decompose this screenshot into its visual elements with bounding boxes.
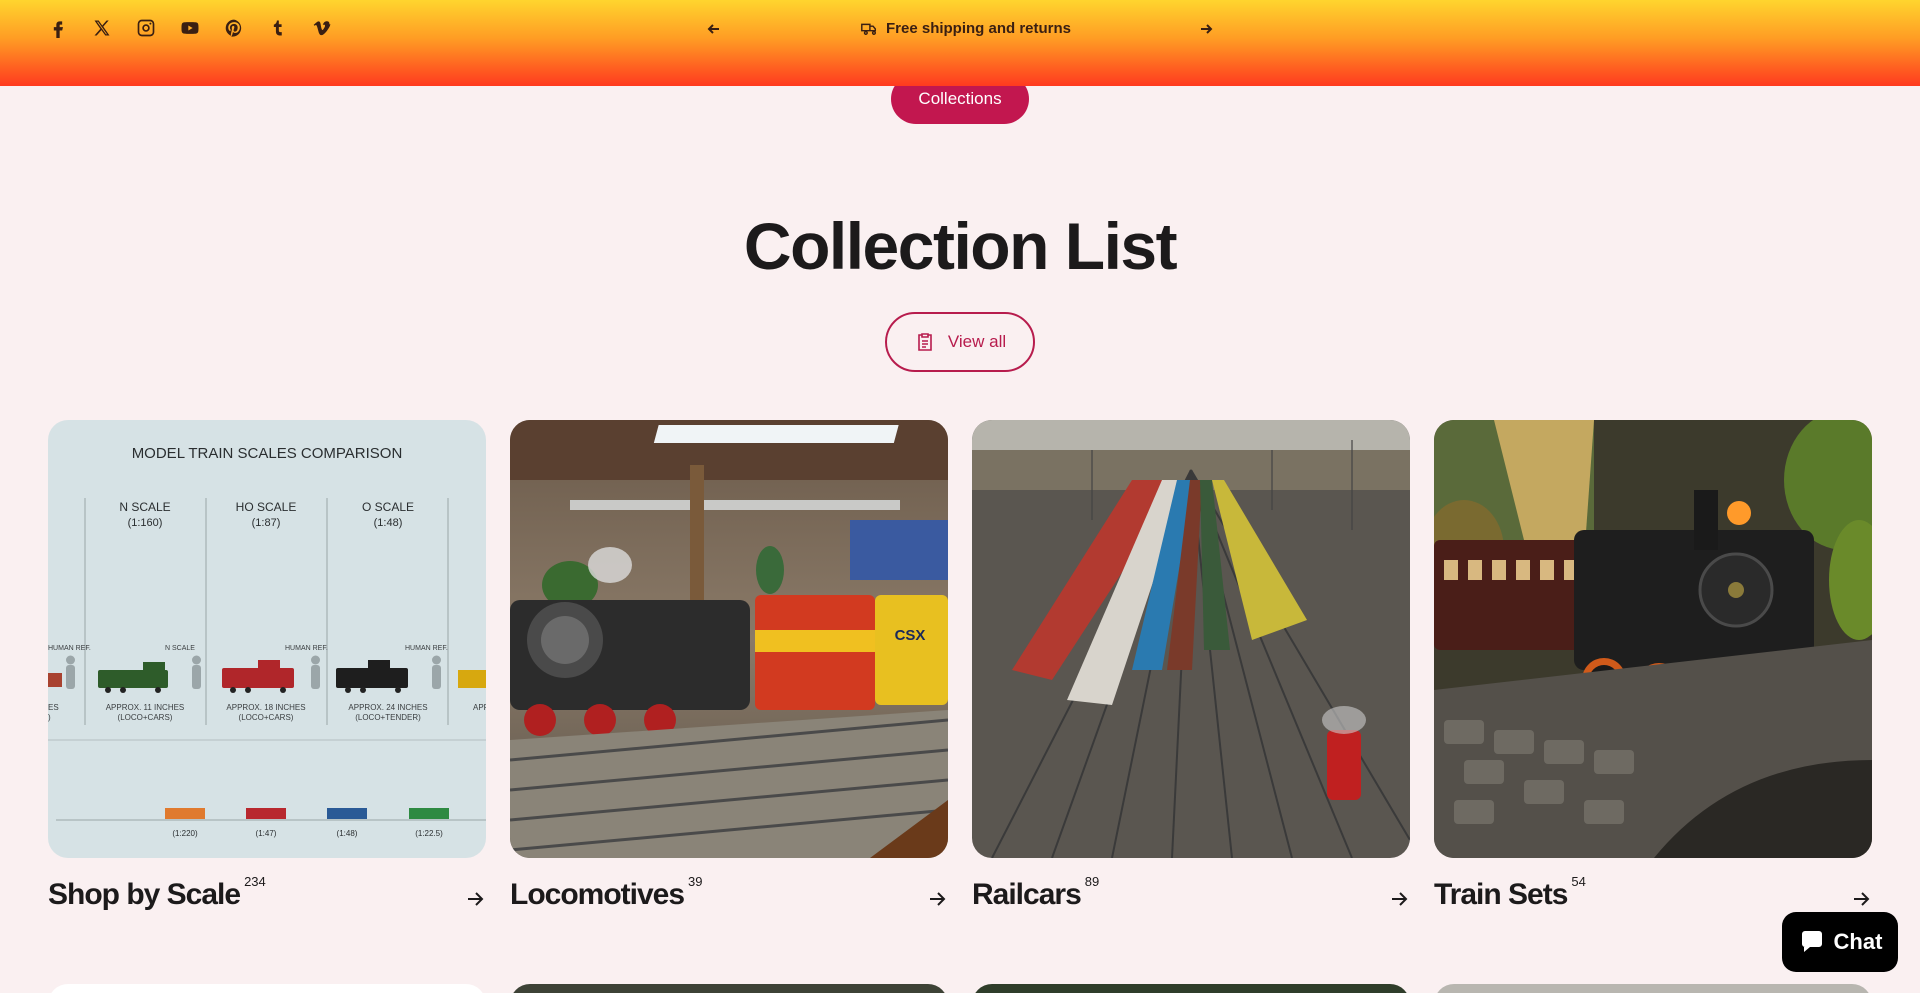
scale-ref-label: HUMAN REF. [405, 645, 448, 652]
view-all-button[interactable]: View all [885, 312, 1035, 372]
scale-desc: (LOCO+TENDER) [355, 713, 421, 722]
collection-count: 39 [688, 874, 703, 889]
scale-chart-title: MODEL TRAIN SCALES COMPARISON [132, 445, 403, 462]
scale-ratio: (1:87) [252, 517, 281, 529]
collection-count: 89 [1084, 874, 1100, 889]
collection-card-railcars[interactable]: Railcars 89 [972, 420, 1410, 938]
scale-ratio: (1:160) [128, 517, 163, 529]
scale-desc: (LOCO+CARS) [118, 713, 173, 722]
collection-card-shop-by-scale[interactable]: MODEL TRAIN SCALES COMPARISON N SCALE (1… [48, 420, 486, 938]
train-sets-photo [1434, 420, 1872, 858]
arrow-right-icon[interactable] [1388, 888, 1410, 910]
scale-desc-fragment: ) [48, 713, 51, 722]
collection-title[interactable]: Train Sets [1434, 878, 1568, 912]
vimeo-icon[interactable] [310, 16, 334, 40]
scale-desc: APPROX. 18 INCHES [226, 703, 305, 712]
arrow-right-icon[interactable] [464, 888, 486, 910]
collection-card-locomotives[interactable]: CSX Locomotives 39 [510, 420, 948, 938]
announcement-prev-button[interactable] [700, 15, 728, 43]
collection-title[interactable]: Shop by Scale [48, 878, 241, 912]
view-all-label: View all [947, 332, 1007, 351]
instagram-icon[interactable] [134, 16, 158, 40]
collection-card-peek[interactable] [510, 984, 948, 993]
collection-card-train-sets[interactable]: Train Sets 54 [1434, 420, 1872, 938]
scale-ref-label: HUMAN REF. [285, 645, 328, 652]
scale-comparison-image: MODEL TRAIN SCALES COMPARISON N SCALE (1… [48, 420, 486, 858]
collection-meta: Railcars 89 [972, 874, 1410, 938]
scale-name: O SCALE [362, 500, 414, 514]
announcement-bar: Free shipping and returns [0, 0, 1920, 86]
collection-image-shop-by-scale[interactable]: MODEL TRAIN SCALES COMPARISON N SCALE (1… [48, 420, 486, 858]
social-links [46, 16, 334, 40]
collection-count: 234 [244, 874, 266, 889]
arrow-right-icon[interactable] [926, 888, 948, 910]
arrow-right-icon[interactable] [1850, 888, 1872, 910]
railcars-photo [972, 420, 1410, 858]
collection-image-train-sets[interactable] [1434, 420, 1872, 858]
arrow-right-icon [1201, 24, 1213, 34]
collection-card-peek[interactable] [972, 984, 1410, 993]
announcement-message: Free shipping and returns [860, 17, 1071, 39]
scale-desc-fragment: ES [48, 703, 59, 712]
scale-ratio: (1:48) [374, 517, 403, 529]
human-ref-label: HUMAN REF. [48, 645, 91, 652]
delivery-truck-icon [861, 23, 877, 35]
facebook-icon[interactable] [46, 16, 70, 40]
scale-name: HO SCALE [236, 500, 297, 514]
loco-badge: CSX [895, 627, 926, 644]
collection-title[interactable]: Locomotives [510, 878, 685, 912]
locomotives-photo: CSX [510, 420, 948, 858]
bottom-ratio-label: (1:48) [337, 829, 358, 838]
bottom-ratio-label: (1:220) [172, 829, 198, 838]
youtube-icon[interactable] [178, 16, 202, 40]
collection-card-peek[interactable] [1434, 984, 1872, 993]
collection-card-peek[interactable] [48, 984, 486, 993]
arrow-left-icon [707, 24, 719, 34]
chat-bubble-icon [1801, 931, 1822, 952]
scale-ref-label: N SCALE [165, 645, 195, 652]
collection-count: 54 [1571, 874, 1586, 889]
scale-desc-fragment: APF [473, 703, 486, 712]
x-twitter-icon[interactable] [90, 16, 114, 40]
scale-desc: APPROX. 24 INCHES [348, 703, 427, 712]
scale-name: N SCALE [119, 500, 170, 514]
chat-button[interactable]: Chat [1782, 912, 1898, 972]
scale-desc: (LOCO+CARS) [239, 713, 294, 722]
pinterest-icon[interactable] [222, 16, 246, 40]
tumblr-icon[interactable] [266, 16, 290, 40]
scale-desc: APPROX. 11 INCHES [106, 703, 185, 712]
collection-image-locomotives[interactable]: CSX [510, 420, 948, 858]
collection-image-railcars[interactable] [972, 420, 1410, 858]
bottom-ratio-label: (1:47) [256, 829, 277, 838]
page-title: Collection List [743, 209, 1178, 283]
collection-title[interactable]: Railcars [972, 878, 1082, 912]
announcement-text: Free shipping and returns [886, 19, 1072, 37]
chat-label: Chat [1833, 929, 1883, 954]
clipboard-list-icon [918, 333, 932, 351]
collection-meta: Shop by Scale 234 [48, 874, 486, 938]
bottom-ratio-label: (1:22.5) [415, 829, 443, 838]
collection-meta: Locomotives 39 [510, 874, 948, 938]
announcement-next-button[interactable] [1192, 15, 1220, 43]
